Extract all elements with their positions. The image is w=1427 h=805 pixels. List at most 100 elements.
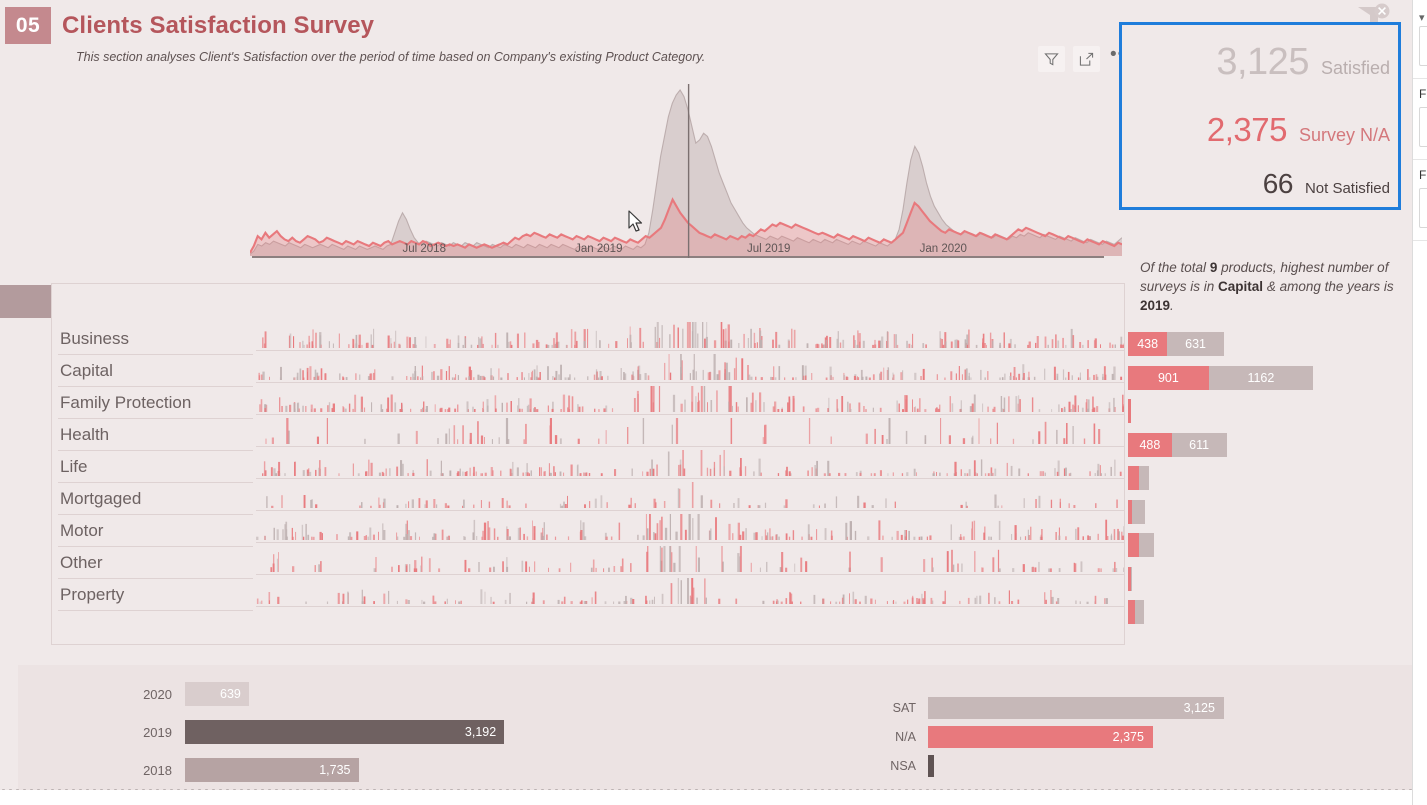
stacked-bar-segment-sat [1138,466,1150,490]
annotation-top-category: Capital [1218,279,1264,294]
kpi-label-survey-na: Survey N/A [1298,125,1390,145]
filter-label-2: F [1419,168,1427,182]
kpi-label-satisfied: Satisfied [1320,58,1390,78]
stacked-bar-segment-sat [1131,499,1146,524]
category-totals-stacked-bars[interactable]: 438 631 901 1162 488 611 [1128,332,1408,632]
satisfaction-bar-track: 3,125 [928,697,1224,719]
stacked-bar-segment-na: 901 [1128,365,1209,390]
stacked-bar-segment-na: 438 [1128,332,1168,356]
surveys-by-year-chart[interactable]: 2020 639 2019 3,192 2018 1,735 [130,682,560,787]
stacked-bar-segment-sat [1138,533,1154,557]
filter-section-1[interactable]: F [1413,79,1427,160]
kpi-value-survey-na: 2,375 [1206,111,1288,148]
year-bar-row[interactable]: 2018 1,735 [130,758,359,782]
trend-tick-2: Jul 2019 [746,243,791,255]
kpi-value-not-satisfied: 66 [1262,168,1294,199]
filter-section-2[interactable]: F [1413,160,1427,241]
satisfaction-bar-row[interactable]: SAT 3,125 [880,697,1224,719]
satisfaction-bar-label: N/A [895,730,916,744]
cursor-glyph [628,210,643,232]
year-bar-value: 3,192 [464,725,497,739]
stacked-bar-segment-na [1128,399,1131,423]
year-bar-track: 1,735 [185,758,359,782]
category-list-item[interactable]: Health [58,419,253,451]
satisfaction-bar-value: 2,375 [1112,730,1144,744]
category-list-item[interactable]: Life [58,451,253,483]
satisfaction-bar-value: 3,125 [1183,701,1215,715]
canvas-bottom-border [0,788,1412,790]
kpi-value-satisfied: 3,125 [1216,41,1309,83]
annotation-top-year: 2019 [1140,298,1171,313]
stacked-bar-row[interactable]: 438 631 [1128,332,1224,356]
filter-label-1: F [1419,87,1427,101]
filter-pane[interactable]: ▾ F F [1412,0,1427,805]
trend-tick-1: Jan 2019 [575,243,623,255]
annotation-total-products: 9 [1209,260,1218,275]
kpi-row-satisfied: 3,125 Satisfied [1122,41,1398,84]
stacked-bar-segment-na: 488 [1128,432,1172,457]
satisfaction-bar-track: 2,375 [928,726,1153,748]
category-list-item[interactable]: Capital [58,355,253,387]
stacked-bar-segment-na [1128,533,1139,557]
stacked-bar-segment-sat [1134,600,1144,624]
sparkline-svg [256,322,1125,607]
annotation-part1: Of the total [1140,260,1207,275]
category-list-item[interactable]: Mortgaged [58,483,253,515]
kpi-row-not-satisfied: 66 Not Satisfied [1122,168,1398,200]
trend-tick-0: Jul 2018 [402,243,446,255]
report-canvas: 05 Clients Satisfaction Survey This sect… [0,0,1412,790]
stacked-bar-row[interactable] [1128,499,1146,524]
filter-icon[interactable] [1038,46,1065,72]
page-subtitle: This section analyses Client's Satisfact… [76,50,706,64]
filter-search-box-1[interactable] [1419,107,1427,147]
stacked-bar-row[interactable] [1128,466,1150,490]
stacked-bar-row[interactable] [1128,566,1132,591]
page-title: Clients Satisfaction Survey [62,12,375,39]
filter-section-0[interactable]: ▾ [1413,0,1427,79]
chevron-down-icon: ▾ [1419,12,1425,24]
satisfaction-bar-row[interactable]: NSA [880,755,935,777]
year-bar-track: 3,192 [185,720,505,744]
insight-annotation: Of the total 9 products, highest number … [1140,258,1405,315]
trend-axis-ticks: Jul 2018 Jan 2019 Jul 2019 Jan 2020 [250,243,1122,261]
stacked-bar-row[interactable]: 488 611 [1128,432,1227,457]
satisfaction-bar-label: SAT [892,701,916,715]
stacked-bar-row[interactable] [1128,533,1154,557]
category-list-item[interactable]: Motor [58,515,253,547]
focus-mode-icon[interactable] [1073,46,1100,72]
filter-pane-inner: ▾ F F [1413,0,1427,241]
surveys-by-satisfaction-chart[interactable]: SAT 3,125 N/A 2,375 NSA [880,697,1280,787]
satisfaction-kpi-card[interactable]: 3,125 Satisfied 2,375 Survey N/A 66 Not … [1119,22,1401,210]
kpi-row-survey-na: 2,375 Survey N/A [1122,111,1398,149]
filter-search-box-0[interactable] [1419,26,1427,66]
category-list-item[interactable]: Family Protection [58,387,253,419]
category-list-item[interactable]: Property [58,579,253,611]
year-bar-value: 639 [220,687,241,701]
year-bar-track: 639 [185,682,249,706]
annotation-part3: & among the years is [1266,279,1394,294]
stacked-bar-row[interactable] [1128,399,1131,423]
category-sparkline-area[interactable] [256,320,1125,638]
stacked-bar-segment-sat [1131,566,1132,591]
product-category-list[interactable]: Business Capital Family Protection Health Li… [58,323,253,611]
year-bar-row[interactable]: 2020 639 [130,682,249,706]
year-bar-label: 2018 [143,762,172,778]
year-bar-label: 2020 [143,686,172,702]
annotation-part4: . [1170,298,1174,313]
satisfaction-bar-label: NSA [890,759,916,773]
satisfaction-bar-row[interactable]: N/A 2,375 [880,726,1153,748]
year-bar-value: 1,735 [319,763,351,777]
trend-area-chart[interactable] [249,84,1123,266]
stacked-bar-segment-sat: 631 [1167,332,1224,356]
filter-glyph [1044,52,1059,66]
year-bar-row[interactable]: 2019 3,192 [130,720,505,744]
section-number-badge: 05 [5,7,51,44]
focus-glyph [1079,52,1094,66]
stacked-bar-row[interactable] [1128,600,1144,624]
stacked-bar-row[interactable]: 901 1162 [1128,365,1313,390]
year-bar-label: 2019 [143,724,172,740]
category-list-item[interactable]: Other [58,547,253,579]
satisfaction-bar-track [928,755,935,777]
filter-search-box-2[interactable] [1419,188,1427,228]
category-list-item[interactable]: Business [58,323,253,355]
